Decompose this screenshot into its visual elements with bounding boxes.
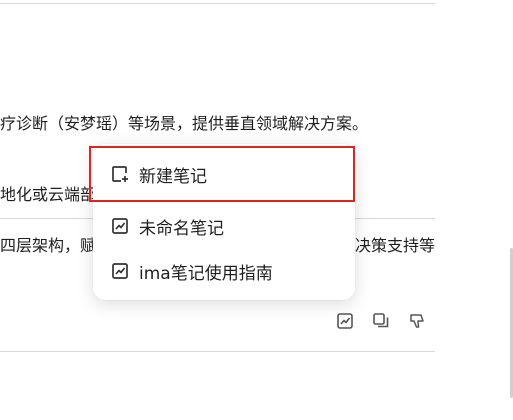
- message-divider: [0, 351, 435, 352]
- menu-item-ima-guide[interactable]: ima笔记使用指南: [93, 251, 355, 291]
- note-icon: [109, 260, 131, 282]
- answer-text-line: 决策支持等: [355, 236, 436, 255]
- dislike-icon[interactable]: [406, 310, 428, 332]
- note-icon: [109, 215, 131, 237]
- menu-item-untitled-note[interactable]: 未命名笔记: [93, 206, 355, 246]
- highlight-box: [89, 146, 355, 202]
- copy-icon[interactable]: [370, 310, 392, 332]
- answer-text-line: 疗诊断（安梦瑶）等场景，提供垂直领域解决方案。: [0, 114, 369, 133]
- menu-item-label: ima笔记使用指南: [139, 263, 273, 284]
- save-note-icon[interactable]: [334, 310, 356, 332]
- top-divider: [0, 3, 435, 4]
- answer-text-line: 地化或云端部: [0, 185, 97, 204]
- answer-text-line: 四层架构，赋: [0, 236, 97, 255]
- message-actions: [334, 310, 428, 332]
- menu-item-label: 未命名笔记: [139, 218, 224, 239]
